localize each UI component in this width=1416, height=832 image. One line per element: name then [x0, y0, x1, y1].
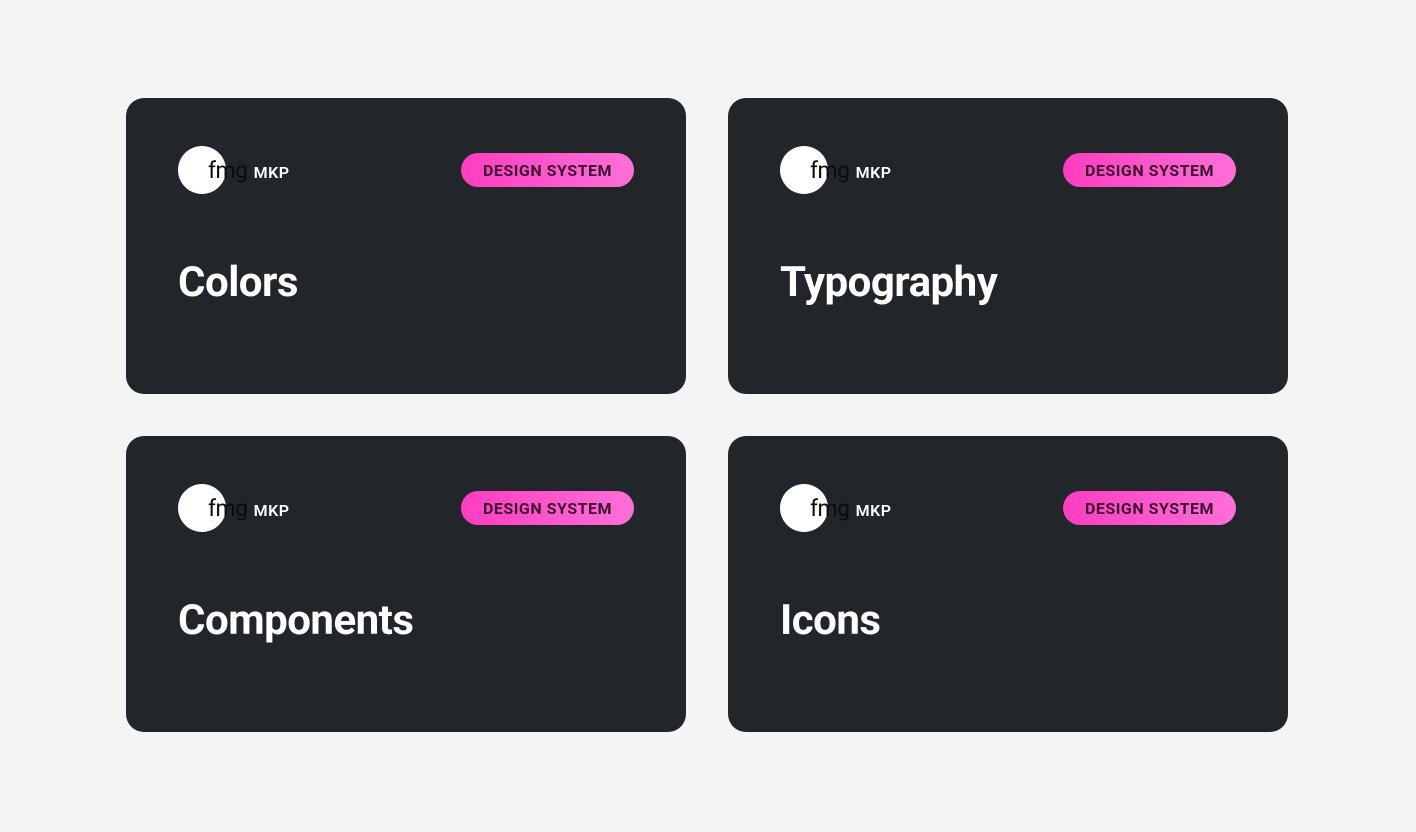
design-system-badge: DESIGN SYSTEM	[461, 491, 634, 525]
logo-block: fmg MKP	[178, 484, 290, 532]
logo-fmg-text: fmg	[208, 495, 248, 522]
card-grid: fmg MKP DESIGN SYSTEM Colors fmg MKP DES…	[126, 98, 1288, 732]
design-system-badge: DESIGN SYSTEM	[1063, 491, 1236, 525]
logo-block: fmg MKP	[780, 484, 892, 532]
card-header: fmg MKP DESIGN SYSTEM	[178, 146, 634, 194]
card-typography[interactable]: fmg MKP DESIGN SYSTEM Typography	[728, 98, 1288, 394]
card-icons[interactable]: fmg MKP DESIGN SYSTEM Icons	[728, 436, 1288, 732]
card-header: fmg MKP DESIGN SYSTEM	[178, 484, 634, 532]
logo-fmg-text: fmg	[208, 157, 248, 184]
logo-mkp-text: MKP	[856, 501, 892, 520]
logo-fmg-text: fmg	[810, 157, 850, 184]
card-colors[interactable]: fmg MKP DESIGN SYSTEM Colors	[126, 98, 686, 394]
card-title: Typography	[780, 258, 1236, 307]
card-title: Colors	[178, 258, 634, 307]
card-title: Components	[178, 596, 634, 645]
card-components[interactable]: fmg MKP DESIGN SYSTEM Components	[126, 436, 686, 732]
logo-block: fmg MKP	[780, 146, 892, 194]
card-header: fmg MKP DESIGN SYSTEM	[780, 146, 1236, 194]
logo-block: fmg MKP	[178, 146, 290, 194]
card-header: fmg MKP DESIGN SYSTEM	[780, 484, 1236, 532]
logo-mkp-text: MKP	[856, 163, 892, 182]
design-system-badge: DESIGN SYSTEM	[461, 153, 634, 187]
logo-mkp-text: MKP	[254, 501, 290, 520]
logo-mkp-text: MKP	[254, 163, 290, 182]
design-system-badge: DESIGN SYSTEM	[1063, 153, 1236, 187]
card-title: Icons	[780, 596, 1236, 645]
logo-fmg-text: fmg	[810, 495, 850, 522]
